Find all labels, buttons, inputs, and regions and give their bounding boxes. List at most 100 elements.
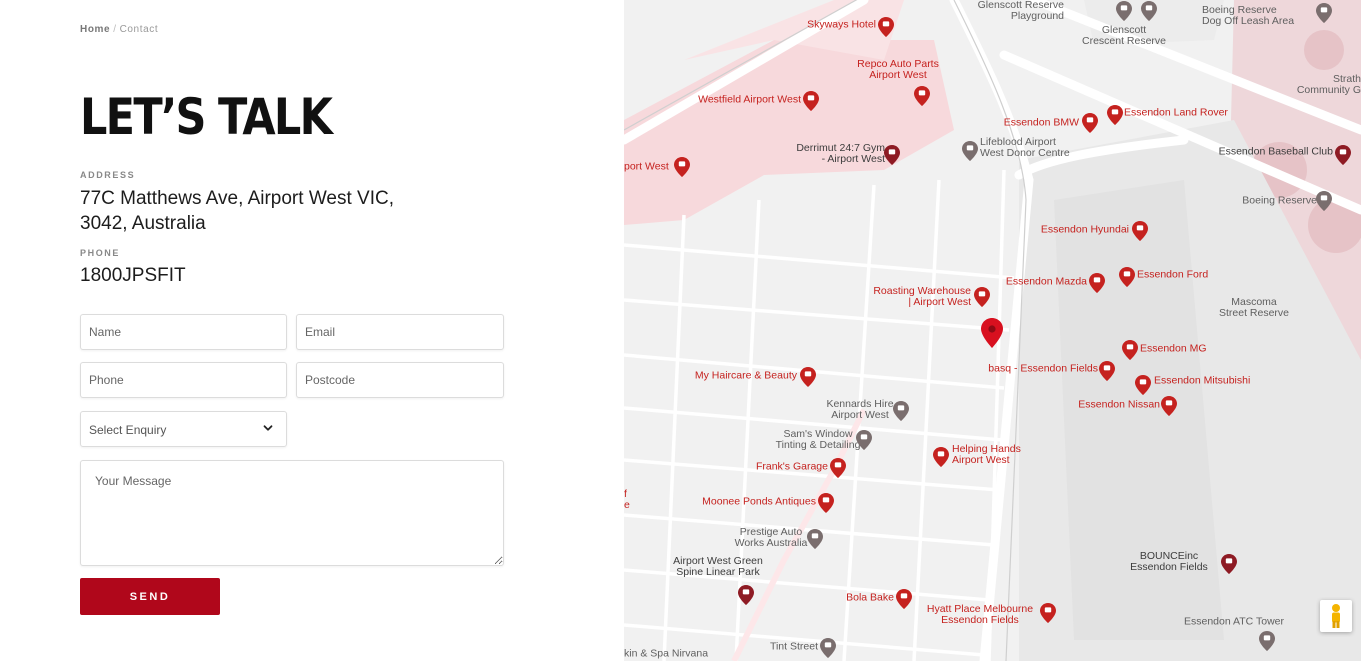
map-poi-label: Essendon Baseball Club: [1218, 145, 1333, 158]
phone-field[interactable]: [80, 362, 287, 398]
map-poi-label: Tint Street: [769, 640, 818, 653]
map-poi-glenscott-reserve-playground[interactable]: Glenscott Reserve Playground: [978, 0, 1064, 22]
map-poi-essendon-nissan[interactable]: Essendon Nissan: [1078, 399, 1160, 411]
name-field[interactable]: [80, 314, 287, 350]
hotel-icon[interactable]: [1040, 603, 1056, 623]
email-field[interactable]: [296, 314, 504, 350]
shopping-bag-icon[interactable]: [674, 157, 690, 177]
shopping-bag-icon[interactable]: [818, 493, 834, 513]
shopping-bag-icon[interactable]: [1082, 113, 1098, 133]
address-line-1: 77C Matthews Ave, Airport West VIC,: [80, 188, 394, 209]
map-poi-boeing-reserve[interactable]: Boeing Reserve: [1242, 195, 1317, 207]
map-poi-essendon-hyundai[interactable]: Essendon Hyundai: [1040, 223, 1129, 236]
tree-icon[interactable]: [1316, 3, 1332, 23]
map-poi-label-2: Tinting & Detailing: [775, 439, 861, 451]
enquiry-select[interactable]: Select Enquiry: [80, 411, 287, 447]
tree-icon[interactable]: [1316, 191, 1332, 211]
breadcrumb-separator: /: [113, 24, 117, 35]
location-pin-icon[interactable]: [893, 401, 909, 421]
location-pin-icon[interactable]: [962, 141, 978, 161]
shopping-bag-icon[interactable]: [1161, 396, 1177, 416]
location-pin-icon[interactable]: [1259, 631, 1275, 651]
location-pin-icon[interactable]: [1221, 554, 1237, 574]
shopping-bag-icon[interactable]: [914, 86, 930, 106]
map-poi-lifeblood[interactable]: Lifeblood Airport West Donor Centre: [980, 137, 1070, 159]
shopping-bag-icon[interactable]: [933, 447, 949, 467]
map-poi-label: kin & Spa Nirvana: [624, 647, 709, 660]
message-field[interactable]: [80, 460, 504, 566]
map-poi-hyatt[interactable]: Hyatt Place Melbourne Essendon Fields: [927, 604, 1033, 626]
send-button[interactable]: SEND: [80, 578, 220, 615]
map-poi-skin-spa[interactable]: kin & Spa Nirvana: [624, 647, 709, 660]
map-poi-label-2: Essendon Fields: [1130, 561, 1208, 573]
map-poi-helping-hands[interactable]: Helping Hands Airport West: [952, 444, 1021, 466]
address-label: ADDRESS: [80, 170, 136, 180]
location-pin-icon[interactable]: [884, 145, 900, 165]
map-poi-essendon-baseball[interactable]: Essendon Baseball Club: [1218, 145, 1333, 158]
map-poi-repco[interactable]: Repco Auto Parts Airport West: [857, 59, 939, 81]
map-poi-franks-garage[interactable]: Frank's Garage: [756, 461, 828, 473]
map-poi-label: Essendon ATC Tower: [1184, 615, 1284, 628]
map-poi-tint-street[interactable]: Tint Street: [769, 640, 818, 653]
map-poi-skyways-hotel[interactable]: Skyways Hotel: [807, 18, 876, 31]
shopping-bag-icon[interactable]: [1135, 375, 1151, 395]
map-poi-label-2: | Airport West: [908, 296, 971, 308]
map-poi-westfield[interactable]: Westfield Airport West: [698, 94, 801, 106]
map-panel[interactable]: Glenscott Reserve Playground Glenscott Cres…: [624, 0, 1361, 661]
location-pin-icon[interactable]: [1335, 145, 1351, 165]
map-poi-bola-bake[interactable]: Bola Bake: [846, 592, 894, 604]
map-poi-bounceinc[interactable]: BOUNCEinc Essendon Fields: [1130, 551, 1208, 573]
shopping-bag-icon[interactable]: [800, 367, 816, 387]
map-poi-label: Moonee Ponds Antiques: [702, 495, 816, 508]
restaurant-icon[interactable]: [1099, 361, 1115, 381]
shopping-bag-icon[interactable]: [1107, 105, 1123, 125]
tree-icon[interactable]: [1141, 1, 1157, 21]
map-poi-kennards[interactable]: Kennards Hire Airport West: [826, 399, 893, 421]
map-poi-mascoma[interactable]: Mascoma Street Reserve: [1219, 297, 1289, 319]
map-poi-glenscott-crescent-reserve[interactable]: Glenscott Crescent Reserve: [1082, 25, 1166, 47]
map-poi-label-2: Street Reserve: [1218, 307, 1290, 319]
location-pin-icon[interactable]: [820, 638, 836, 658]
shopping-bag-icon[interactable]: [1122, 340, 1138, 360]
chevron-down-icon: [263, 425, 273, 431]
map-poi-essendon-mg[interactable]: Essendon MG: [1140, 343, 1207, 355]
map-poi-label: Essendon Hyundai: [1040, 223, 1129, 236]
map-poi-label: My Haircare & Beauty: [694, 369, 797, 382]
map-poi-roasting-warehouse[interactable]: Roasting Warehouse | Airport West: [873, 286, 971, 308]
map-poi-essendon-mazda[interactable]: Essendon Mazda: [1006, 276, 1087, 288]
map-poi-derrimut[interactable]: Derrimut 24:7 Gym - Airport West: [796, 143, 885, 165]
map-poi-label-2: Playground: [1010, 10, 1064, 22]
map-poi-partial-f[interactable]: fe: [624, 489, 630, 511]
shopping-bag-icon[interactable]: [830, 458, 846, 478]
map-poi-essendon-bmw[interactable]: Essendon BMW: [1004, 117, 1079, 129]
breadcrumb-home-link[interactable]: Home: [80, 24, 110, 35]
map-poi-prestige-auto[interactable]: Prestige Auto Works Australia: [735, 527, 808, 549]
cocktail-icon[interactable]: [878, 17, 894, 37]
map-poi-moonee-ponds[interactable]: Moonee Ponds Antiques: [702, 495, 816, 508]
shopping-bag-icon[interactable]: [803, 91, 819, 111]
map-poi-label: Skyways Hotel: [807, 18, 876, 31]
map-poi-essendon-ford[interactable]: Essendon Ford: [1137, 269, 1208, 281]
map-poi-my-haircare[interactable]: My Haircare & Beauty: [694, 369, 797, 382]
tree-icon[interactable]: [738, 585, 754, 605]
map-poi-boeing-reserve-dog[interactable]: Boeing Reserve Dog Off Leash Area: [1202, 5, 1294, 27]
shopping-bag-icon[interactable]: [1119, 267, 1135, 287]
cafe-icon[interactable]: [896, 589, 912, 609]
street-view-pegman[interactable]: [1320, 600, 1352, 632]
location-pin-icon[interactable]: [856, 430, 872, 450]
shopping-bag-icon[interactable]: [1132, 221, 1148, 241]
map-poi-essendon-mitsubishi[interactable]: Essendon Mitsubishi: [1154, 375, 1250, 387]
map-poi-sams-window[interactable]: Sam's Window Tinting & Detailing: [776, 429, 861, 451]
postcode-field[interactable]: [296, 362, 504, 398]
map-poi-basq[interactable]: basq - Essendon Fields: [988, 363, 1098, 375]
map-poi-essendon-land-rover[interactable]: Essendon Land Rover: [1124, 107, 1228, 119]
location-marker-icon[interactable]: [981, 318, 1003, 348]
location-pin-icon[interactable]: [807, 529, 823, 549]
map-poi-strath-community[interactable]: Strath Community G: [1297, 74, 1361, 96]
shopping-bag-icon[interactable]: [974, 287, 990, 307]
map-poi-essendon-atc[interactable]: Essendon ATC Tower: [1184, 615, 1284, 628]
map-poi-airport-west-green[interactable]: Airport West Green Spine Linear Park: [673, 556, 763, 578]
tree-icon[interactable]: [1116, 1, 1132, 21]
shopping-bag-icon[interactable]: [1089, 273, 1105, 293]
map-poi-airport-west-left[interactable]: port West: [624, 161, 669, 173]
